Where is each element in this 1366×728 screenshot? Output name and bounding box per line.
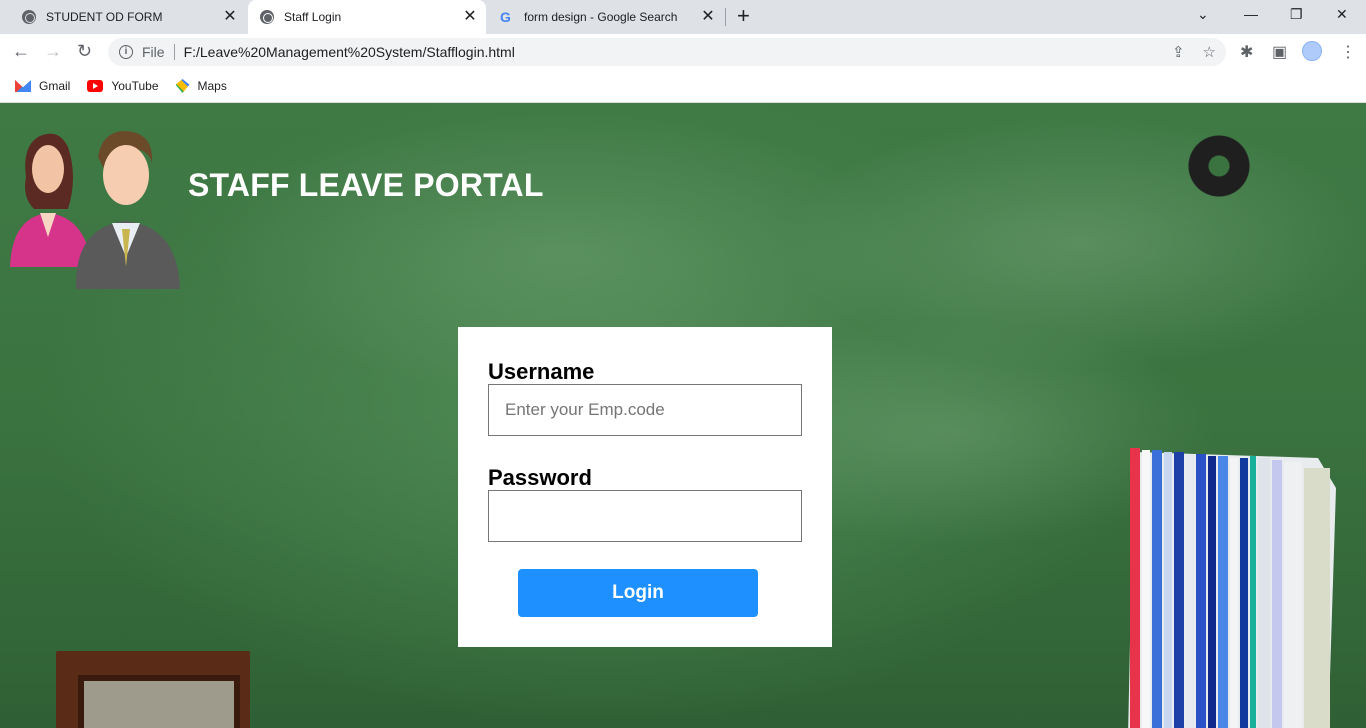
bookmark-youtube[interactable]: YouTube xyxy=(87,79,159,93)
bookmark-star-icon[interactable]: ☆ xyxy=(1203,43,1216,61)
tab-strip: STUDENT OD FORM ✕ Staff Login ✕ G form d… xyxy=(0,0,1366,34)
side-panel-icon[interactable]: ▣ xyxy=(1272,42,1287,62)
tab-title: Staff Login xyxy=(284,10,342,24)
tab-title: STUDENT OD FORM xyxy=(46,10,163,24)
close-icon[interactable]: ✕ xyxy=(462,9,478,25)
browser-toolbar: ← → ↻ i File F:/Leave%20Management%20Sys… xyxy=(0,34,1366,70)
bookmark-label: Gmail xyxy=(39,79,71,93)
info-icon[interactable]: i xyxy=(119,45,133,59)
back-icon[interactable]: ← xyxy=(12,41,30,61)
youtube-icon xyxy=(87,80,104,92)
maps-icon xyxy=(175,79,190,93)
share-icon[interactable]: ⇪ xyxy=(1172,43,1185,61)
google-icon: G xyxy=(500,9,511,25)
tab-separator xyxy=(725,8,726,26)
password-input[interactable] xyxy=(488,490,802,542)
login-button[interactable]: Login xyxy=(518,569,758,617)
restore-icon[interactable]: ❐ xyxy=(1290,6,1303,23)
board-washer-decoration xyxy=(1184,131,1254,201)
browser-chrome: STUDENT OD FORM ✕ Staff Login ✕ G form d… xyxy=(0,0,1366,103)
forward-icon[interactable]: → xyxy=(44,41,62,61)
tab-search-chevron-icon[interactable]: ⌄ xyxy=(1197,6,1209,23)
menu-kebab-icon[interactable]: ⋮ xyxy=(1340,42,1356,62)
bookmarks-bar: Gmail YouTube Maps xyxy=(0,70,1366,103)
bookmark-label: YouTube xyxy=(111,79,159,93)
new-tab-icon[interactable]: + xyxy=(737,5,750,27)
address-bar[interactable]: i File F:/Leave%20Management%20System/St… xyxy=(108,38,1226,66)
file-folders-decoration xyxy=(1128,448,1336,728)
bookmark-gmail[interactable]: Gmail xyxy=(15,79,70,93)
tab-google-search[interactable]: G form design - Google Search ✕ xyxy=(488,0,724,34)
bookmark-label: Maps xyxy=(197,79,227,93)
globe-icon xyxy=(22,10,36,24)
globe-icon xyxy=(260,10,274,24)
bookmark-maps[interactable]: Maps xyxy=(175,79,227,93)
url-text[interactable]: F:/Leave%20Management%20System/Stafflogi… xyxy=(184,44,515,60)
chalkboard-page: STAFF LEAVE PORTAL Username Password Log… xyxy=(0,103,1366,728)
address-divider xyxy=(173,44,175,60)
minimize-icon[interactable]: — xyxy=(1244,6,1258,22)
profile-avatar[interactable] xyxy=(1302,41,1322,61)
extensions-icon[interactable]: ✱ xyxy=(1240,42,1253,62)
scheme-label: File xyxy=(142,44,165,60)
login-form: Username Password Login xyxy=(458,327,832,647)
photo-frame-decoration xyxy=(56,651,250,728)
username-label: Username xyxy=(488,359,595,384)
close-icon[interactable]: ✕ xyxy=(222,9,238,25)
window-close-icon[interactable]: ✕ xyxy=(1336,6,1348,23)
tab-title: form design - Google Search xyxy=(524,10,678,24)
portal-title: STAFF LEAVE PORTAL xyxy=(188,167,544,203)
staff-people-icon xyxy=(10,131,180,289)
tab-staff-login[interactable]: Staff Login ✕ xyxy=(248,0,486,34)
username-input[interactable] xyxy=(488,384,802,436)
tab-student-od-form[interactable]: STUDENT OD FORM ✕ xyxy=(8,0,246,34)
password-label: Password xyxy=(488,465,592,490)
gmail-icon xyxy=(15,80,31,92)
close-icon[interactable]: ✕ xyxy=(700,9,716,25)
reload-icon[interactable]: ↻ xyxy=(77,41,92,61)
